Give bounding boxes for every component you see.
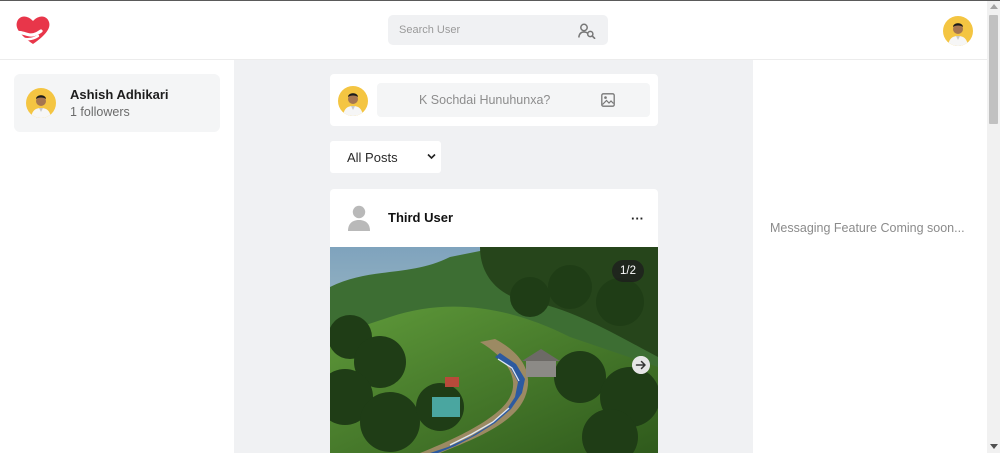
scroll-thumb[interactable] <box>989 15 998 124</box>
profile-name[interactable]: Ashish Adhikari <box>70 87 168 102</box>
avatar <box>338 86 368 116</box>
image-counter-badge: 1/2 <box>612 260 644 282</box>
feed-column: K Sochdai Hunuhunxa? All Posts Third Use… <box>234 60 753 453</box>
page-scrollbar[interactable] <box>987 1 1000 453</box>
user-search-icon[interactable] <box>578 23 596 39</box>
post-card: Third User ··· 1/2 <box>330 189 658 453</box>
image-icon[interactable] <box>601 93 615 107</box>
followers-count: 1 followers <box>70 105 130 119</box>
composer-input[interactable]: K Sochdai Hunuhunxa? <box>377 83 650 117</box>
scroll-down-arrow-icon[interactable] <box>990 444 998 449</box>
avatar <box>26 88 56 118</box>
messaging-placeholder: Messaging Feature Coming soon... <box>770 221 965 235</box>
navbar <box>0 1 987 60</box>
post-composer: K Sochdai Hunuhunxa? <box>330 74 658 126</box>
profile-card[interactable]: Ashish Adhikari 1 followers <box>14 74 220 132</box>
composer-placeholder: K Sochdai Hunuhunxa? <box>419 93 551 107</box>
search-input[interactable] <box>388 15 568 45</box>
chevron-down-icon <box>427 153 436 160</box>
user-avatar[interactable] <box>943 16 973 46</box>
post-menu-button[interactable]: ··· <box>631 211 644 226</box>
post-author[interactable]: Third User <box>388 210 453 225</box>
search-box[interactable] <box>388 15 608 45</box>
post-filter-select[interactable]: All Posts <box>330 141 441 173</box>
arrow-right-icon[interactable] <box>632 356 650 374</box>
default-avatar-icon[interactable] <box>346 204 372 232</box>
post-image[interactable] <box>330 247 658 453</box>
scroll-up-arrow-icon[interactable] <box>990 4 998 9</box>
heart-hand-icon[interactable] <box>14 13 52 47</box>
left-sidebar: Ashish Adhikari 1 followers <box>0 60 234 453</box>
right-sidebar: Messaging Feature Coming soon... <box>753 60 987 453</box>
filter-selected: All Posts <box>347 150 398 165</box>
